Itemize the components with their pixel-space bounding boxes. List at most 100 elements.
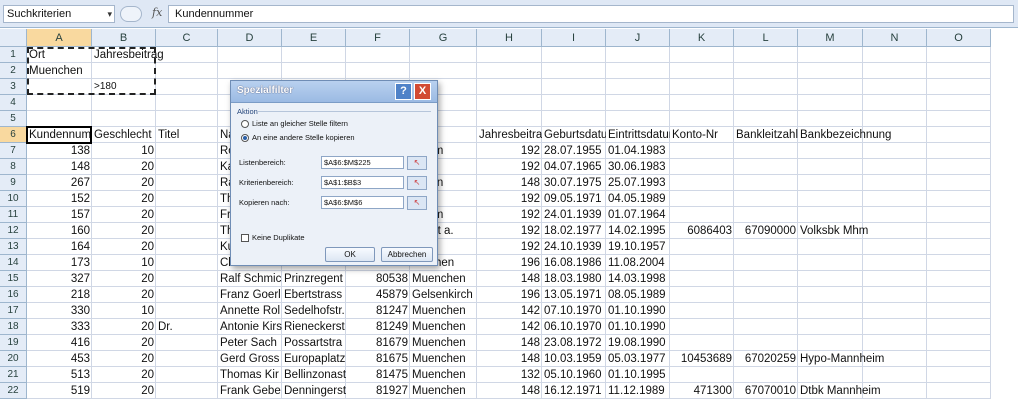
data-cell-i[interactable]: 06.10.1970 bbox=[542, 319, 606, 335]
grid-cell[interactable] bbox=[798, 239, 863, 255]
data-cell-m[interactable]: Hypo-Mannheim bbox=[798, 351, 884, 367]
row-header[interactable]: 17 bbox=[0, 303, 27, 319]
row-header[interactable]: 12 bbox=[0, 223, 27, 239]
collapse-range-icon[interactable]: ↖ bbox=[407, 156, 427, 170]
data-cell-b[interactable]: 20 bbox=[92, 335, 156, 351]
data-cell-b[interactable]: 20 bbox=[92, 223, 156, 239]
radio-copy-to-location[interactable]: An eine andere Stelle kopieren bbox=[241, 133, 355, 143]
collapse-range-icon[interactable]: ↖ bbox=[407, 176, 427, 190]
criteria-cell-a2[interactable]: Muenchen bbox=[27, 63, 92, 79]
row-header[interactable]: 19 bbox=[0, 335, 27, 351]
data-cell-a[interactable]: 513 bbox=[27, 367, 92, 383]
data-cell-i[interactable]: 24.01.1939 bbox=[542, 207, 606, 223]
grid-cell[interactable] bbox=[670, 255, 734, 271]
grid-cell[interactable] bbox=[218, 47, 282, 63]
row-header[interactable]: 18 bbox=[0, 319, 27, 335]
grid-cell[interactable] bbox=[156, 287, 218, 303]
grid-cell[interactable] bbox=[282, 63, 346, 79]
data-cell-j[interactable]: 04.05.1989 bbox=[606, 191, 670, 207]
grid-cell[interactable] bbox=[734, 95, 798, 111]
grid-cell[interactable] bbox=[798, 255, 863, 271]
data-cell-h[interactable]: 148 bbox=[477, 335, 542, 351]
grid-cell[interactable] bbox=[927, 143, 991, 159]
grid-cell[interactable] bbox=[798, 191, 863, 207]
column-header-n[interactable]: N bbox=[863, 29, 927, 47]
column-title-a[interactable]: Kundennummer bbox=[27, 127, 92, 143]
grid-cell[interactable] bbox=[927, 207, 991, 223]
data-cell-h[interactable]: 196 bbox=[477, 287, 542, 303]
grid-cell[interactable] bbox=[156, 207, 218, 223]
column-header-h[interactable]: H bbox=[477, 29, 542, 47]
column-title-k[interactable]: Konto-Nr bbox=[670, 127, 734, 143]
grid-cell[interactable] bbox=[927, 335, 991, 351]
grid-cell[interactable] bbox=[798, 111, 863, 127]
grid-cell[interactable] bbox=[863, 191, 927, 207]
grid-cell[interactable] bbox=[927, 127, 991, 143]
grid-cell[interactable] bbox=[798, 63, 863, 79]
row-header[interactable]: 1 bbox=[0, 47, 27, 63]
grid-cell[interactable] bbox=[156, 63, 218, 79]
grid-cell[interactable] bbox=[798, 335, 863, 351]
data-cell-j[interactable]: 05.03.1977 bbox=[606, 351, 670, 367]
row-header[interactable]: 14 bbox=[0, 255, 27, 271]
data-cell-h[interactable]: 142 bbox=[477, 303, 542, 319]
data-cell-a[interactable]: 152 bbox=[27, 191, 92, 207]
data-cell-j[interactable]: 01.10.1995 bbox=[606, 367, 670, 383]
grid-cell[interactable] bbox=[863, 319, 927, 335]
grid-cell[interactable] bbox=[670, 175, 734, 191]
data-cell-i[interactable]: 16.08.1986 bbox=[542, 255, 606, 271]
data-cell-h[interactable]: 192 bbox=[477, 191, 542, 207]
grid-cell[interactable] bbox=[863, 143, 927, 159]
name-box[interactable]: Suchkriterien ▾ bbox=[3, 5, 115, 23]
criteria-cell-a1[interactable]: Ort bbox=[27, 47, 92, 63]
data-cell-i[interactable]: 07.10.1970 bbox=[542, 303, 606, 319]
column-header-f[interactable]: F bbox=[346, 29, 410, 47]
grid-cell[interactable] bbox=[798, 47, 863, 63]
grid-cell[interactable] bbox=[156, 367, 218, 383]
data-cell-b[interactable]: 20 bbox=[92, 175, 156, 191]
grid-cell[interactable] bbox=[927, 111, 991, 127]
grid-cell[interactable] bbox=[670, 159, 734, 175]
data-cell-f[interactable]: 81249 bbox=[346, 319, 410, 335]
column-header-c[interactable]: C bbox=[156, 29, 218, 47]
grid-cell[interactable] bbox=[670, 367, 734, 383]
grid-cell[interactable] bbox=[863, 239, 927, 255]
data-cell-f[interactable]: 81475 bbox=[346, 367, 410, 383]
data-cell-a[interactable]: 160 bbox=[27, 223, 92, 239]
data-cell-d[interactable]: Peter Sach bbox=[218, 335, 282, 351]
grid-cell[interactable] bbox=[92, 111, 156, 127]
checkbox-icon[interactable] bbox=[241, 234, 249, 243]
grid-cell[interactable] bbox=[863, 63, 927, 79]
radio-icon[interactable] bbox=[241, 120, 249, 129]
data-cell-f[interactable]: 45879 bbox=[346, 287, 410, 303]
grid-cell[interactable] bbox=[863, 287, 927, 303]
grid-cell[interactable] bbox=[156, 351, 218, 367]
grid-cell[interactable] bbox=[734, 319, 798, 335]
data-cell-h[interactable]: 142 bbox=[477, 319, 542, 335]
data-cell-a[interactable]: 519 bbox=[27, 383, 92, 399]
grid-cell[interactable] bbox=[156, 143, 218, 159]
grid-cell[interactable] bbox=[156, 47, 218, 63]
grid-cell[interactable] bbox=[670, 95, 734, 111]
data-cell-b[interactable]: 20 bbox=[92, 383, 156, 399]
grid-cell[interactable] bbox=[734, 175, 798, 191]
row-header[interactable]: 3 bbox=[0, 79, 27, 95]
grid-cell[interactable] bbox=[156, 79, 218, 95]
column-header-l[interactable]: L bbox=[734, 29, 798, 47]
radio-selected-icon[interactable] bbox=[241, 134, 249, 143]
data-cell-i[interactable]: 16.12.1971 bbox=[542, 383, 606, 399]
data-cell-f[interactable]: 80538 bbox=[346, 271, 410, 287]
data-cell-b[interactable]: 20 bbox=[92, 191, 156, 207]
copy-to-input[interactable]: $A$6:$M$6 bbox=[321, 196, 404, 209]
data-cell-g[interactable]: Muenchen bbox=[410, 303, 477, 319]
grid-cell[interactable] bbox=[410, 63, 477, 79]
formula-cancel-icon[interactable] bbox=[120, 6, 142, 22]
column-title-c[interactable]: Titel bbox=[156, 127, 218, 143]
data-cell-j[interactable]: 08.05.1989 bbox=[606, 287, 670, 303]
ok-button[interactable]: OK bbox=[325, 247, 375, 262]
grid-cell[interactable] bbox=[670, 207, 734, 223]
grid-cell[interactable] bbox=[927, 303, 991, 319]
grid-cell[interactable] bbox=[734, 287, 798, 303]
data-cell-f[interactable]: 81679 bbox=[346, 335, 410, 351]
data-cell-e[interactable]: Ebertstrass bbox=[282, 287, 346, 303]
